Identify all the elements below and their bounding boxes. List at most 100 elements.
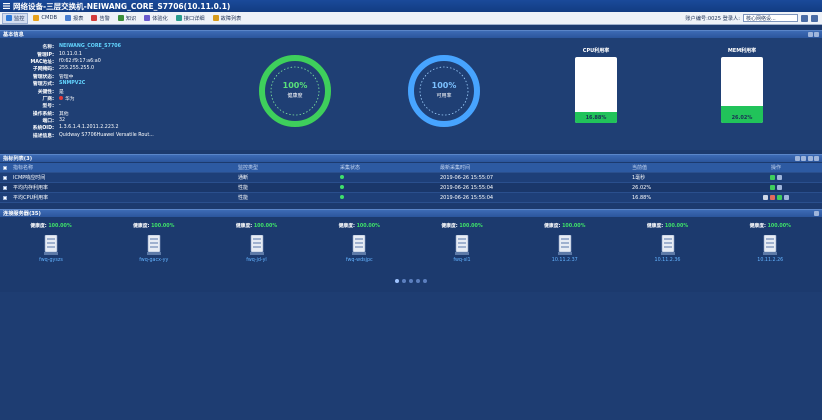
info-value: 32	[59, 118, 66, 124]
server-health: 健康度: 100.00%	[617, 222, 719, 229]
row-checkbox[interactable]	[3, 185, 7, 190]
collapse-icon[interactable]	[814, 211, 819, 216]
table-row[interactable]: 平均CPU利用率 性能 2019-06-26 15:55:04 16.88%	[0, 193, 822, 203]
column-header[interactable]: 当前值	[600, 164, 730, 171]
info-key: 关键性:	[37, 89, 54, 95]
settings-icon[interactable]	[801, 156, 806, 161]
page-dot[interactable]	[395, 279, 399, 283]
close-icon[interactable]	[814, 32, 819, 37]
row-actions	[730, 185, 822, 190]
page-dot[interactable]	[402, 279, 406, 283]
delete-icon[interactable]	[770, 195, 775, 200]
server-card[interactable]: 健康度: 100.00% fwq-jd-yl	[206, 222, 308, 263]
server-health-value: 100.00%	[459, 224, 483, 229]
availability-gauge-label: 可用率	[436, 93, 452, 99]
add-icon[interactable]	[794, 156, 800, 161]
info-row: 厂商: 华为	[20, 95, 154, 102]
column-header[interactable]: 监控类型	[230, 164, 330, 171]
column-header[interactable]: 指标名称	[10, 164, 230, 171]
server-icon	[455, 234, 469, 255]
refresh-icon[interactable]	[801, 14, 808, 22]
toolbar-report-button[interactable]: 报表	[62, 13, 86, 24]
server-icon	[44, 234, 58, 255]
metric-type: 通断	[238, 175, 249, 181]
user-select[interactable]: 核心网络设...	[743, 14, 798, 22]
server-card[interactable]: 健康度: 100.00% fwq-wdsjpc	[308, 222, 410, 263]
view-icon[interactable]	[770, 185, 775, 190]
info-row: 管理方式: SNMPV2C	[20, 80, 154, 87]
account-area: 账户编号:0025 登录人: 核心网络设...	[685, 14, 822, 22]
server-health: 健康度: 100.00%	[206, 222, 308, 229]
toolbar-label: 接口详细	[183, 15, 205, 22]
server-card[interactable]: 健康度: 100.00% 10.11.2.36	[617, 222, 719, 263]
server-health-label: 健康度:	[646, 224, 664, 229]
server-health: 健康度: 100.00%	[103, 222, 205, 229]
server-health: 健康度: 100.00%	[411, 222, 513, 229]
monitor-list-header: 指标列表(3)	[0, 154, 822, 162]
column-header[interactable]: 采集状态	[330, 164, 410, 171]
server-health: 健康度: 100.00%	[719, 222, 821, 229]
edit-icon[interactable]	[777, 185, 782, 190]
toolbar-interface-button[interactable]: 接口详细	[173, 13, 208, 24]
view-icon[interactable]	[770, 175, 775, 180]
page-dot[interactable]	[423, 279, 427, 283]
toolbar-monitor-button[interactable]: 监控	[2, 12, 29, 24]
menu-icon[interactable]	[3, 3, 10, 9]
info-key: 描述信息:	[32, 133, 54, 139]
toolbar-fault-button[interactable]: 故障列表	[210, 13, 245, 24]
info-row: 子网掩码: 255.255.255.0	[20, 65, 154, 72]
server-name: fwq-wdsjpc	[345, 258, 373, 263]
server-health-label: 健康度:	[235, 224, 253, 229]
info-value: 华为	[65, 96, 75, 102]
table-row[interactable]: ICMP响应时间 通断 2019-06-26 15:55:07 1毫秒	[0, 173, 822, 183]
chart-icon[interactable]	[763, 195, 768, 200]
page-dot[interactable]	[416, 279, 420, 283]
collapse-icon[interactable]	[807, 32, 813, 37]
metric-time: 2019-06-26 15:55:07	[440, 174, 494, 181]
view-icon[interactable]	[777, 195, 782, 200]
availability-gauge-value: 100%	[431, 81, 457, 90]
toolbar-cmdb-button[interactable]: CMDB	[30, 13, 60, 24]
metric-time: 2019-06-26 15:55:04	[440, 184, 494, 191]
monitor-icon	[6, 15, 12, 21]
server-icon	[249, 234, 264, 255]
availability-gauge: 100% 可用率	[407, 54, 481, 128]
availability-gauge-ring	[408, 55, 480, 127]
refresh-icon[interactable]	[807, 156, 813, 161]
server-card[interactable]: 健康度: 100.00% 10.11.2.37	[514, 222, 616, 263]
cmdb-icon	[33, 15, 40, 21]
select-all-checkbox[interactable]	[3, 165, 7, 170]
server-icon	[146, 234, 161, 255]
info-value: SNMPV2C	[59, 81, 86, 87]
info-value: 1.3.6.1.4.1.2011.2.223.2	[59, 125, 119, 131]
metric-time: 2019-06-26 15:55:04	[440, 194, 494, 201]
expand-icon[interactable]	[814, 156, 819, 161]
toolbar-knowledge-button[interactable]: 知识	[115, 13, 139, 24]
info-key: 端口:	[42, 119, 54, 125]
toolbar-alarm-button[interactable]: 告警	[88, 13, 112, 24]
info-value: f0:62:f9:17:a6:a0	[59, 58, 101, 64]
metric-name: 平均内存利用率	[13, 185, 49, 191]
server-card[interactable]: 健康度: 100.00% 10.11.2.26	[719, 222, 821, 263]
server-card[interactable]: 健康度: 100.00% fwq-gyszs	[0, 222, 102, 263]
panel-title: 指标列表(3)	[3, 156, 33, 162]
window-title: 网络设备-三层交换机-NEIWANG_CORE_S7706(10.11.0.1)	[13, 1, 231, 11]
server-name: fwq-jd-yl	[246, 258, 267, 263]
table-row[interactable]: 平均内存利用率 性能 2019-06-26 15:55:04 26.02%	[0, 183, 822, 193]
vendor-logo-icon	[59, 96, 63, 101]
status-ok-icon	[340, 194, 344, 199]
column-header[interactable]: 最新采集时间	[410, 164, 600, 171]
edit-icon[interactable]	[784, 195, 789, 200]
row-checkbox[interactable]	[3, 175, 7, 180]
monitor-table: 指标名称 监控类型 采集状态 最新采集时间 当前值 操作 ICMP响应时间 通断 2…	[0, 163, 822, 203]
health-gauge-value: 100%	[282, 81, 308, 90]
page-dot[interactable]	[409, 279, 413, 283]
edit-icon[interactable]	[777, 175, 782, 180]
row-checkbox[interactable]	[3, 195, 7, 200]
settings-icon[interactable]	[811, 14, 818, 22]
server-card[interactable]: 健康度: 100.00% fwq-sl1	[411, 222, 513, 263]
server-card[interactable]: 健康度: 100.00% fwq-gacx-yy	[103, 222, 205, 263]
server-icon	[557, 234, 572, 255]
toolbar-experience-button[interactable]: 体验化	[141, 13, 171, 24]
info-key: 子网掩码:	[32, 67, 54, 73]
